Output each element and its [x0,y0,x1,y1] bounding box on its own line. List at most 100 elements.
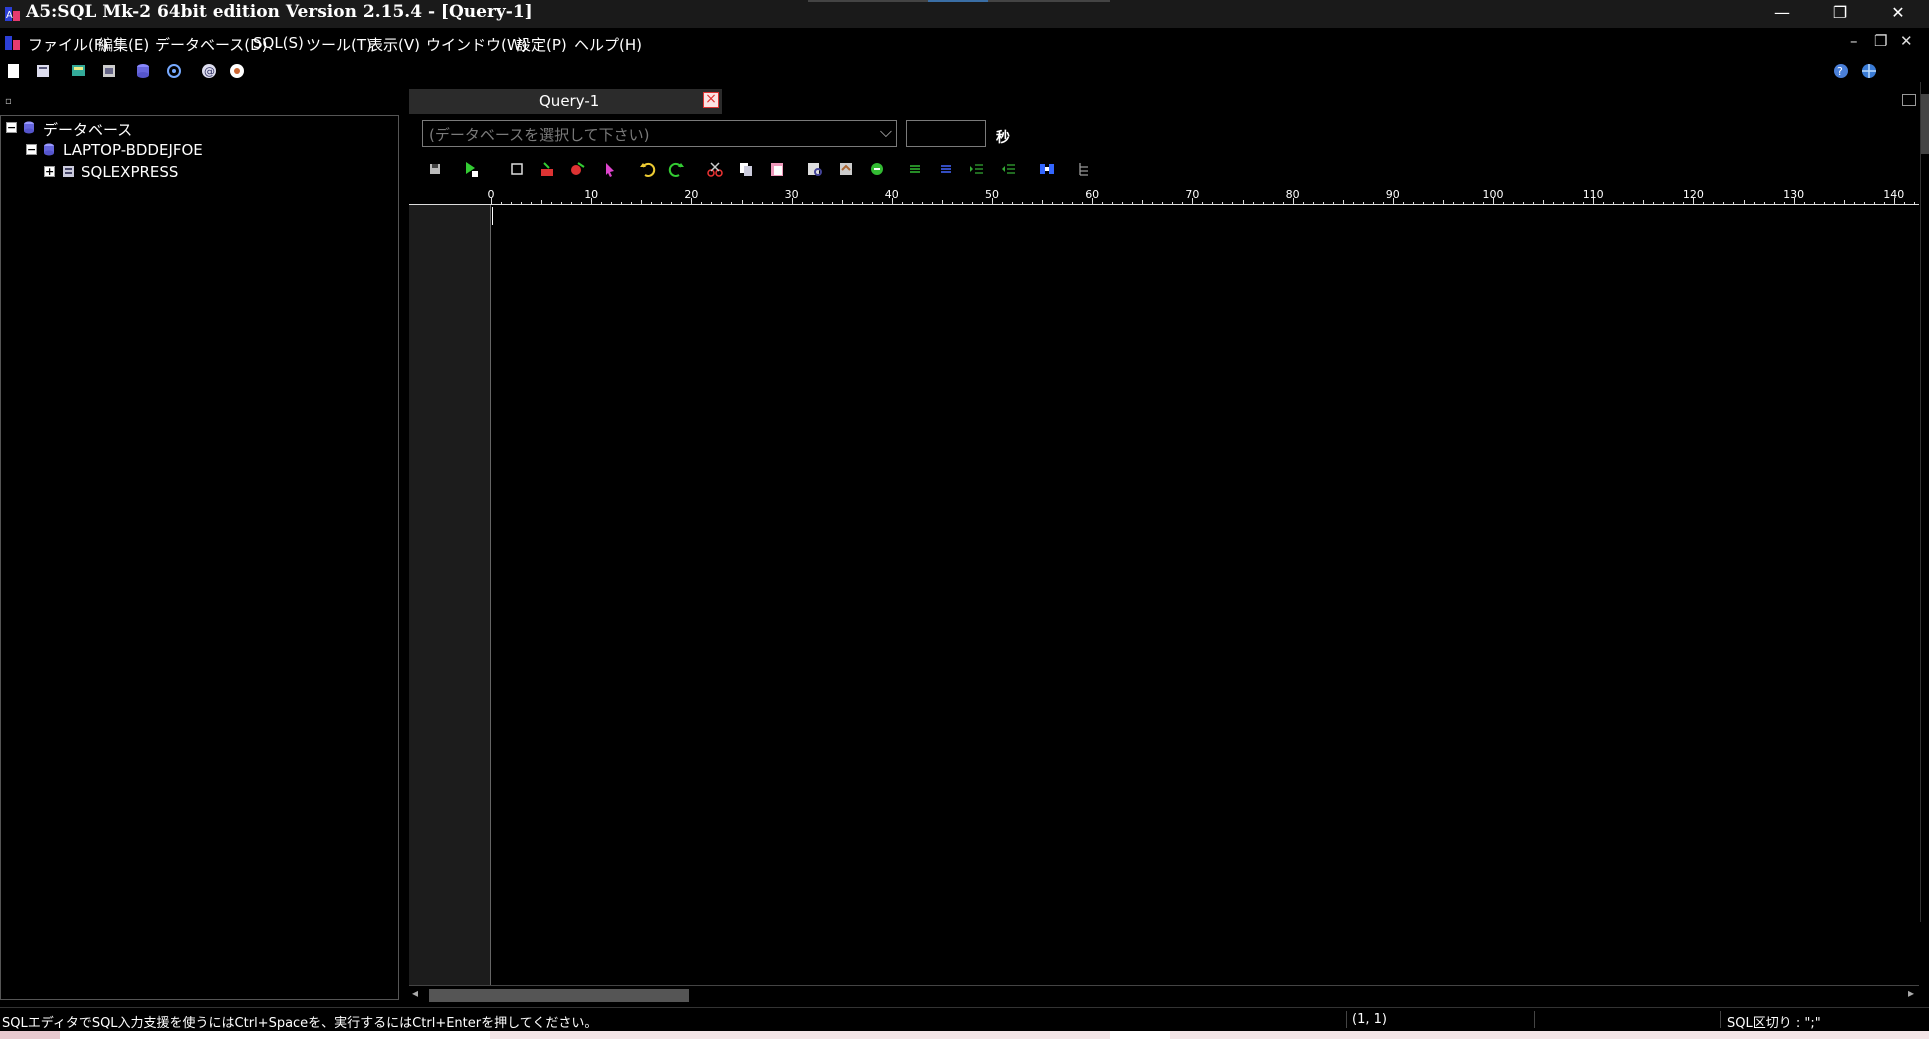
ruler-tick [551,202,553,204]
comment-icon[interactable] [906,160,924,178]
outdent-icon[interactable] [1000,160,1018,178]
database-select[interactable]: (データベースを選択して下さい) ⌵ [422,120,897,147]
mdi-close-button[interactable]: ✕ [1900,32,1913,50]
ruler-tick [1112,202,1114,204]
indent-icon[interactable] [968,160,986,178]
ruler-label: 120 [1682,188,1704,201]
undo-icon[interactable] [638,160,656,178]
minimize-button[interactable]: — [1754,0,1810,28]
vertical-scroll-thumb[interactable] [1921,94,1929,154]
ruler-tick [951,202,953,204]
ruler-tick [1222,202,1224,204]
scroll-left-icon[interactable]: ◂ [412,986,418,1000]
menu-edit[interactable]: 編集(E) [98,34,149,55]
ruler-label: 140 [1883,188,1905,201]
ruler-tick [1823,202,1825,204]
redo-icon[interactable] [668,160,686,178]
menu-file[interactable]: ファイル(F) [28,34,108,55]
ruler-tick [821,202,823,204]
ruler-label: 80 [1285,188,1300,201]
ruler-tick [1833,202,1835,204]
ruler-label: 130 [1783,188,1805,201]
ruler-tick [1873,202,1875,204]
save-all-icon[interactable] [70,62,88,80]
expand-toggle-icon[interactable]: + [44,166,55,177]
timeout-input[interactable] [906,120,986,147]
text-caret [492,207,493,225]
help-icon[interactable]: ? [1832,62,1850,80]
tab-float-icon[interactable] [1902,94,1916,106]
status-sql-delimiter: SQL区切り : ";" [1727,1016,1821,1031]
explain-plan-icon[interactable] [538,160,556,178]
uncomment-icon[interactable] [937,160,955,178]
new-file-icon[interactable] [5,62,23,80]
collapse-toggle-icon[interactable]: − [6,122,17,133]
menu-view[interactable]: 表示(V) [368,34,420,55]
paste-icon[interactable] [768,160,786,178]
database-icon[interactable] [134,62,152,80]
find-icon[interactable] [806,160,824,178]
collapse-toggle-icon[interactable]: − [26,144,37,155]
tab-close-icon[interactable]: × [703,92,719,108]
copy-icon[interactable] [737,160,755,178]
close-window-button[interactable]: ✕ [1870,0,1926,28]
ruler-tick [761,202,763,204]
mdi-restore-button[interactable]: ❐ [1874,32,1887,50]
horizontal-scrollbar[interactable]: ◂ ▸ [409,985,1919,1004]
database-tree-pane [0,115,399,1000]
ruler-tick [1122,202,1124,204]
settings-icon[interactable] [228,62,246,80]
ruler-tick [1783,202,1785,204]
ruler-tick [831,202,833,204]
network-icon[interactable] [165,62,183,80]
ruler-tick [661,202,663,204]
ruler-tick [1913,202,1915,204]
timeout-unit-label: 秒 [996,130,1010,146]
save-query-icon[interactable] [426,160,444,178]
tree-view-icon[interactable] [1076,160,1094,178]
run-query-icon[interactable] [462,160,480,178]
execute-script-icon[interactable] [568,160,586,178]
vertical-scrollbar[interactable] [1920,82,1929,922]
cut-icon[interactable] [706,160,724,178]
menu-window[interactable]: ウインドウ(W) [426,34,528,55]
print-icon[interactable] [100,62,118,80]
ruler-tick [711,202,713,204]
ruler-tick [1422,202,1424,204]
ruler-tick [971,202,973,204]
scroll-right-icon[interactable]: ▸ [1908,986,1914,1000]
ruler-tick [911,202,913,204]
format-sql-icon[interactable] [1038,160,1056,178]
ruler-tick [801,202,803,204]
jump-icon[interactable] [868,160,886,178]
tab-query-1[interactable]: Query-1 × [409,89,722,114]
ruler-tick [731,202,733,204]
sql-editor[interactable] [491,205,1919,985]
ruler-tick [1643,200,1645,204]
menu-bar: ファイル(F) 編集(E) データベース(D) SQL(S) ツール(T) 表示… [0,30,1929,56]
menu-settings[interactable]: 設定(P) [516,34,567,55]
at-sign-icon[interactable]: @ [200,62,218,80]
database-group-icon [24,121,34,134]
menu-database[interactable]: データベース(D) [155,34,268,55]
ruler-tick [531,202,533,204]
ruler-tick [1723,202,1725,204]
cursor-select-icon[interactable] [602,160,620,178]
menu-sql[interactable]: SQL(S) [253,34,304,52]
web-globe-icon[interactable] [1860,62,1878,80]
stop-icon[interactable] [508,160,526,178]
ruler-tick [1442,200,1444,204]
menu-tools[interactable]: ツール(T) [306,34,372,55]
open-file-icon[interactable] [34,62,52,80]
replace-icon[interactable] [838,160,856,178]
menu-help[interactable]: ヘルプ(H) [574,34,642,55]
ruler-tick [1212,202,1214,204]
ruler-tick [1733,202,1735,204]
ruler-label: 100 [1482,188,1504,201]
chevron-down-icon[interactable]: ⌵ [880,122,892,142]
ruler-tick [1382,202,1384,204]
restore-button[interactable]: ❐ [1812,0,1868,28]
horizontal-scroll-thumb[interactable] [429,989,689,1002]
pane-pin-icon[interactable]: ▫ [5,96,12,107]
mdi-minimize-button[interactable]: – [1850,32,1858,50]
